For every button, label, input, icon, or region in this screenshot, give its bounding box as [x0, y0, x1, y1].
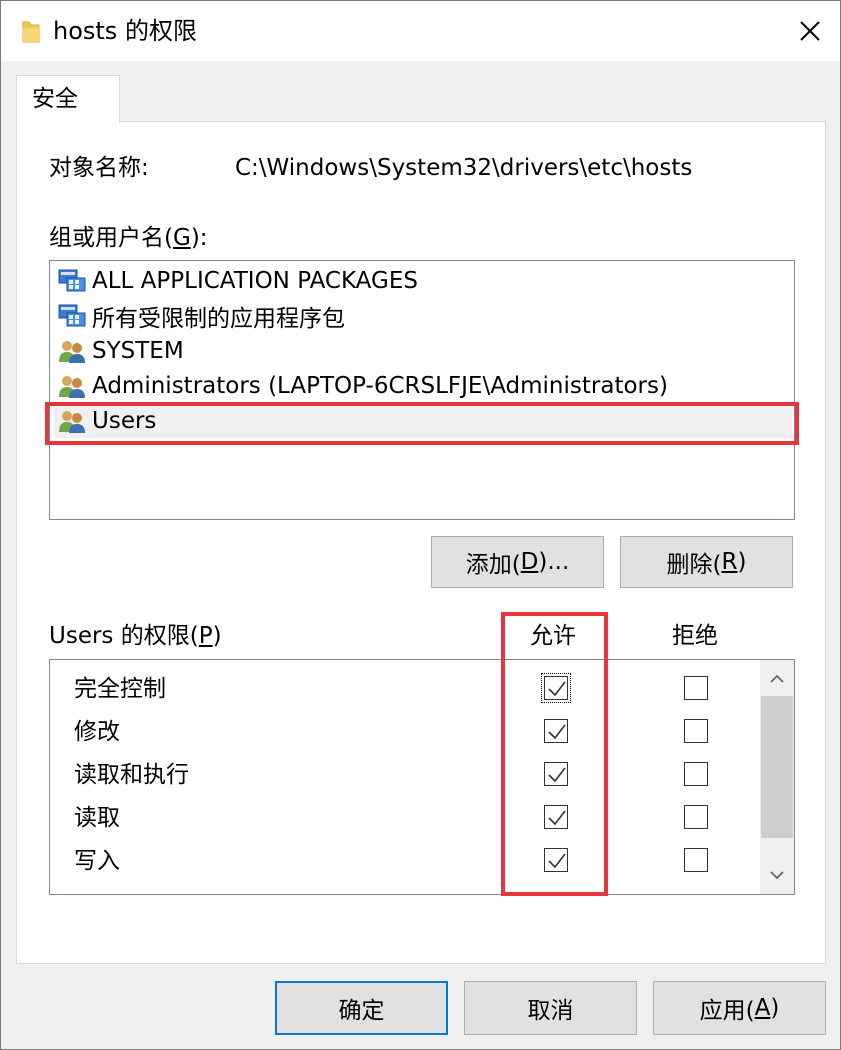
list-item[interactable]: 所有受限制的应用程序包: [54, 299, 792, 333]
groups-label: 组或用户名(G):: [49, 225, 208, 251]
permission-row: 完全控制: [74, 669, 774, 709]
ok-button[interactable]: 确定: [275, 981, 448, 1035]
list-item-label: 所有受限制的应用程序包: [92, 306, 345, 332]
scroll-thumb[interactable]: [761, 696, 793, 838]
package-group-icon: [58, 269, 86, 292]
user-group-icon: [59, 411, 85, 433]
close-icon: [800, 21, 820, 41]
permissions-scrollbar[interactable]: [760, 660, 794, 894]
permission-name: 写入: [74, 848, 120, 874]
deny-checkbox-read-execute[interactable]: [684, 762, 708, 786]
permission-row: 写入: [74, 841, 774, 881]
checkmark-icon: [548, 724, 566, 740]
tab-security[interactable]: 安全: [16, 75, 120, 123]
allow-checkbox-read-execute[interactable]: [544, 762, 568, 786]
object-name-value: C:\Windows\System32\drivers\etc\hosts: [235, 155, 693, 181]
package-group-icon: [58, 304, 86, 327]
allow-column-header: 允许: [530, 623, 576, 649]
add-button[interactable]: 添加(D)...: [431, 536, 604, 588]
checkmark-icon: [548, 681, 566, 697]
checkmark-icon: [548, 853, 566, 869]
list-item-label: Administrators (LAPTOP-6CRSLFJE\Administ…: [92, 373, 668, 399]
chevron-up-icon: [770, 674, 784, 683]
allow-checkbox-read[interactable]: [544, 805, 568, 829]
permission-name: 读取和执行: [74, 762, 189, 788]
permissions-label: Users 的权限(P): [49, 623, 222, 649]
list-item-label: ALL APPLICATION PACKAGES: [92, 268, 418, 294]
window-title: hosts 的权限: [53, 17, 197, 45]
permission-name: 完全控制: [74, 676, 166, 702]
list-item[interactable]: Administrators (LAPTOP-6CRSLFJE\Administ…: [54, 369, 792, 403]
scroll-up-button[interactable]: [760, 662, 794, 696]
allow-checkbox-write[interactable]: [544, 848, 568, 872]
deny-column-header: 拒绝: [672, 623, 718, 649]
apply-button[interactable]: 应用(A): [653, 981, 826, 1035]
close-button[interactable]: [780, 1, 840, 61]
list-item-label: SYSTEM: [92, 338, 184, 364]
chevron-down-icon: [770, 871, 784, 880]
permission-row: 读取: [74, 798, 774, 838]
list-item-selected[interactable]: Users: [54, 404, 792, 438]
object-name-label: 对象名称:: [49, 155, 149, 181]
permissions-dialog: hosts 的权限 安全 对象名称: C:\Windows\System32\d…: [0, 0, 841, 1050]
deny-checkbox-full-control[interactable]: [684, 676, 708, 700]
title-bar: hosts 的权限: [1, 1, 840, 61]
permission-row: 读取和执行: [74, 755, 774, 795]
deny-checkbox-read[interactable]: [684, 805, 708, 829]
checkmark-icon: [548, 810, 566, 826]
list-item-label: Users: [92, 408, 157, 434]
user-group-icon: [59, 376, 85, 398]
permissions-list[interactable]: 完全控制 修改 读取和执行 读取 写入: [49, 659, 795, 895]
permission-row: 修改: [74, 712, 774, 752]
user-group-icon: [59, 341, 85, 363]
list-item[interactable]: SYSTEM: [54, 334, 792, 368]
group-user-list[interactable]: ALL APPLICATION PACKAGES 所有受限制的应用程序包 SYS…: [49, 260, 795, 520]
folder-icon: [22, 21, 40, 43]
scroll-down-button[interactable]: [760, 858, 794, 892]
deny-checkbox-modify[interactable]: [684, 719, 708, 743]
deny-checkbox-write[interactable]: [684, 848, 708, 872]
permission-name: 修改: [74, 719, 120, 745]
list-item[interactable]: ALL APPLICATION PACKAGES: [54, 264, 792, 298]
remove-button[interactable]: 删除(R): [620, 536, 793, 588]
allow-checkbox-modify[interactable]: [544, 719, 568, 743]
cancel-button[interactable]: 取消: [464, 981, 637, 1035]
allow-checkbox-full-control[interactable]: [541, 673, 571, 703]
checkmark-icon: [548, 767, 566, 783]
permission-name: 读取: [74, 805, 120, 831]
